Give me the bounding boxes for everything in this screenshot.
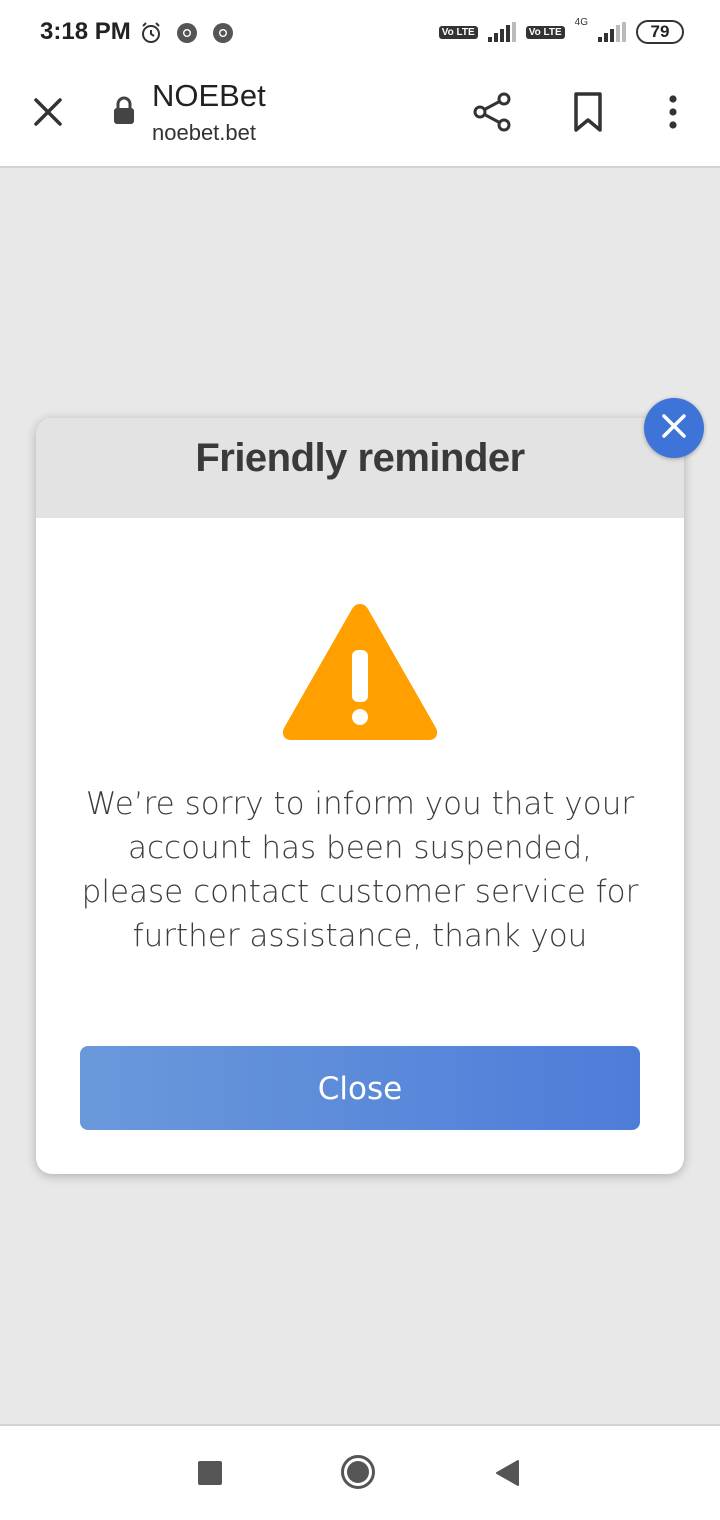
close-icon <box>660 412 688 445</box>
alarm-icon <box>138 20 164 46</box>
suspension-dialog: Friendly reminder We’re sorry to inform … <box>36 418 684 1174</box>
volte-icon: Vo LTE <box>525 25 565 39</box>
close-icon[interactable] <box>28 92 68 132</box>
custom-tab-toolbar: NOEBet noebet.bet <box>0 68 720 168</box>
chrome-icon <box>210 20 236 46</box>
home-icon[interactable] <box>340 1454 376 1490</box>
site-title: NOEBet <box>152 78 266 113</box>
volte-icon: Vo LTE <box>438 25 478 39</box>
status-system-icons: Vo LTE Vo LTE 4G 79 <box>438 16 684 44</box>
back-icon[interactable] <box>494 1458 520 1488</box>
status-time: 3:18 PM <box>40 18 131 45</box>
lock-icon <box>112 96 136 126</box>
network-type: 4G <box>574 16 588 28</box>
close-button[interactable]: Close <box>80 1046 640 1130</box>
dismiss-dialog-button[interactable] <box>644 398 704 458</box>
dialog-header: Friendly reminder <box>36 418 684 518</box>
site-url[interactable]: noebet.bet <box>152 120 256 146</box>
status-notification-icons <box>138 20 236 46</box>
recents-icon[interactable] <box>198 1461 222 1485</box>
dialog-title: Friendly reminder <box>195 436 525 480</box>
signal-icon <box>598 22 626 42</box>
battery-level: 79 <box>636 20 684 44</box>
status-bar: 3:18 PM Vo LTE Vo LTE 4G 79 <box>0 0 720 68</box>
bookmark-icon[interactable] <box>568 90 608 134</box>
more-vert-icon[interactable] <box>658 90 688 134</box>
warning-icon <box>280 598 440 744</box>
dialog-message: We’re sorry to inform you that your acco… <box>81 786 639 954</box>
screen: 3:18 PM Vo LTE Vo LTE 4G 79 NOEBet noebe… <box>0 0 720 1520</box>
share-icon[interactable] <box>470 90 514 134</box>
chrome-icon <box>174 20 200 46</box>
navigation-bar <box>0 1424 720 1520</box>
signal-icon <box>487 22 516 42</box>
